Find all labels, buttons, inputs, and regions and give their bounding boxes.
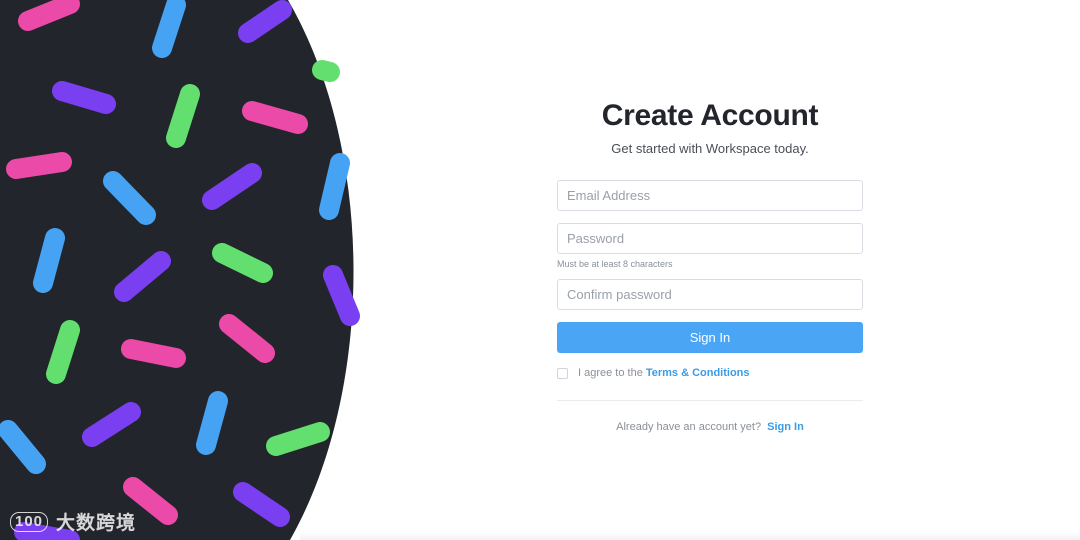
watermark-logo: 100 xyxy=(10,511,49,532)
terms-agreement: I agree to the Terms & Conditions xyxy=(557,367,863,379)
agree-label: I agree to the xyxy=(578,367,643,379)
already-have-account: Already have an account yet? Sign In xyxy=(557,421,863,433)
confetti-bar xyxy=(166,84,200,148)
page-title: Create Account xyxy=(601,99,819,132)
email-field[interactable] xyxy=(557,180,863,211)
confetti-bar xyxy=(196,391,228,455)
bottom-shade xyxy=(300,532,1080,540)
sign-in-button[interactable]: Sign In xyxy=(557,322,863,353)
confirm-password-field[interactable] xyxy=(557,279,863,310)
already-text: Already have an account yet? xyxy=(616,421,762,433)
page-subtitle: Get started with Workspace today. xyxy=(611,141,809,156)
confetti-bar xyxy=(312,60,340,82)
watermark: 100 大数跨境 xyxy=(10,508,136,535)
password-hint: Must be at least 8 characters xyxy=(557,259,673,269)
confetti-bar xyxy=(152,0,186,58)
confetti-bar xyxy=(242,101,308,134)
signup-form: Create Account Get started with Workspac… xyxy=(557,96,863,433)
watermark-text: 大数跨境 xyxy=(56,513,137,534)
divider xyxy=(557,400,863,401)
sign-in-link[interactable]: Sign In xyxy=(767,421,804,433)
confetti-bar xyxy=(121,339,186,368)
terms-checkbox[interactable] xyxy=(557,367,568,379)
password-field[interactable] xyxy=(557,223,863,254)
terms-link[interactable]: Terms & Conditions xyxy=(646,367,750,379)
confetti-bar xyxy=(52,81,116,114)
confetti-bar xyxy=(319,153,350,220)
confetti-bar xyxy=(33,228,65,293)
decorative-confetti-panel xyxy=(0,0,360,540)
confetti-bar xyxy=(266,422,330,456)
confetti-bar xyxy=(46,320,80,384)
confetti-bar xyxy=(6,152,72,179)
